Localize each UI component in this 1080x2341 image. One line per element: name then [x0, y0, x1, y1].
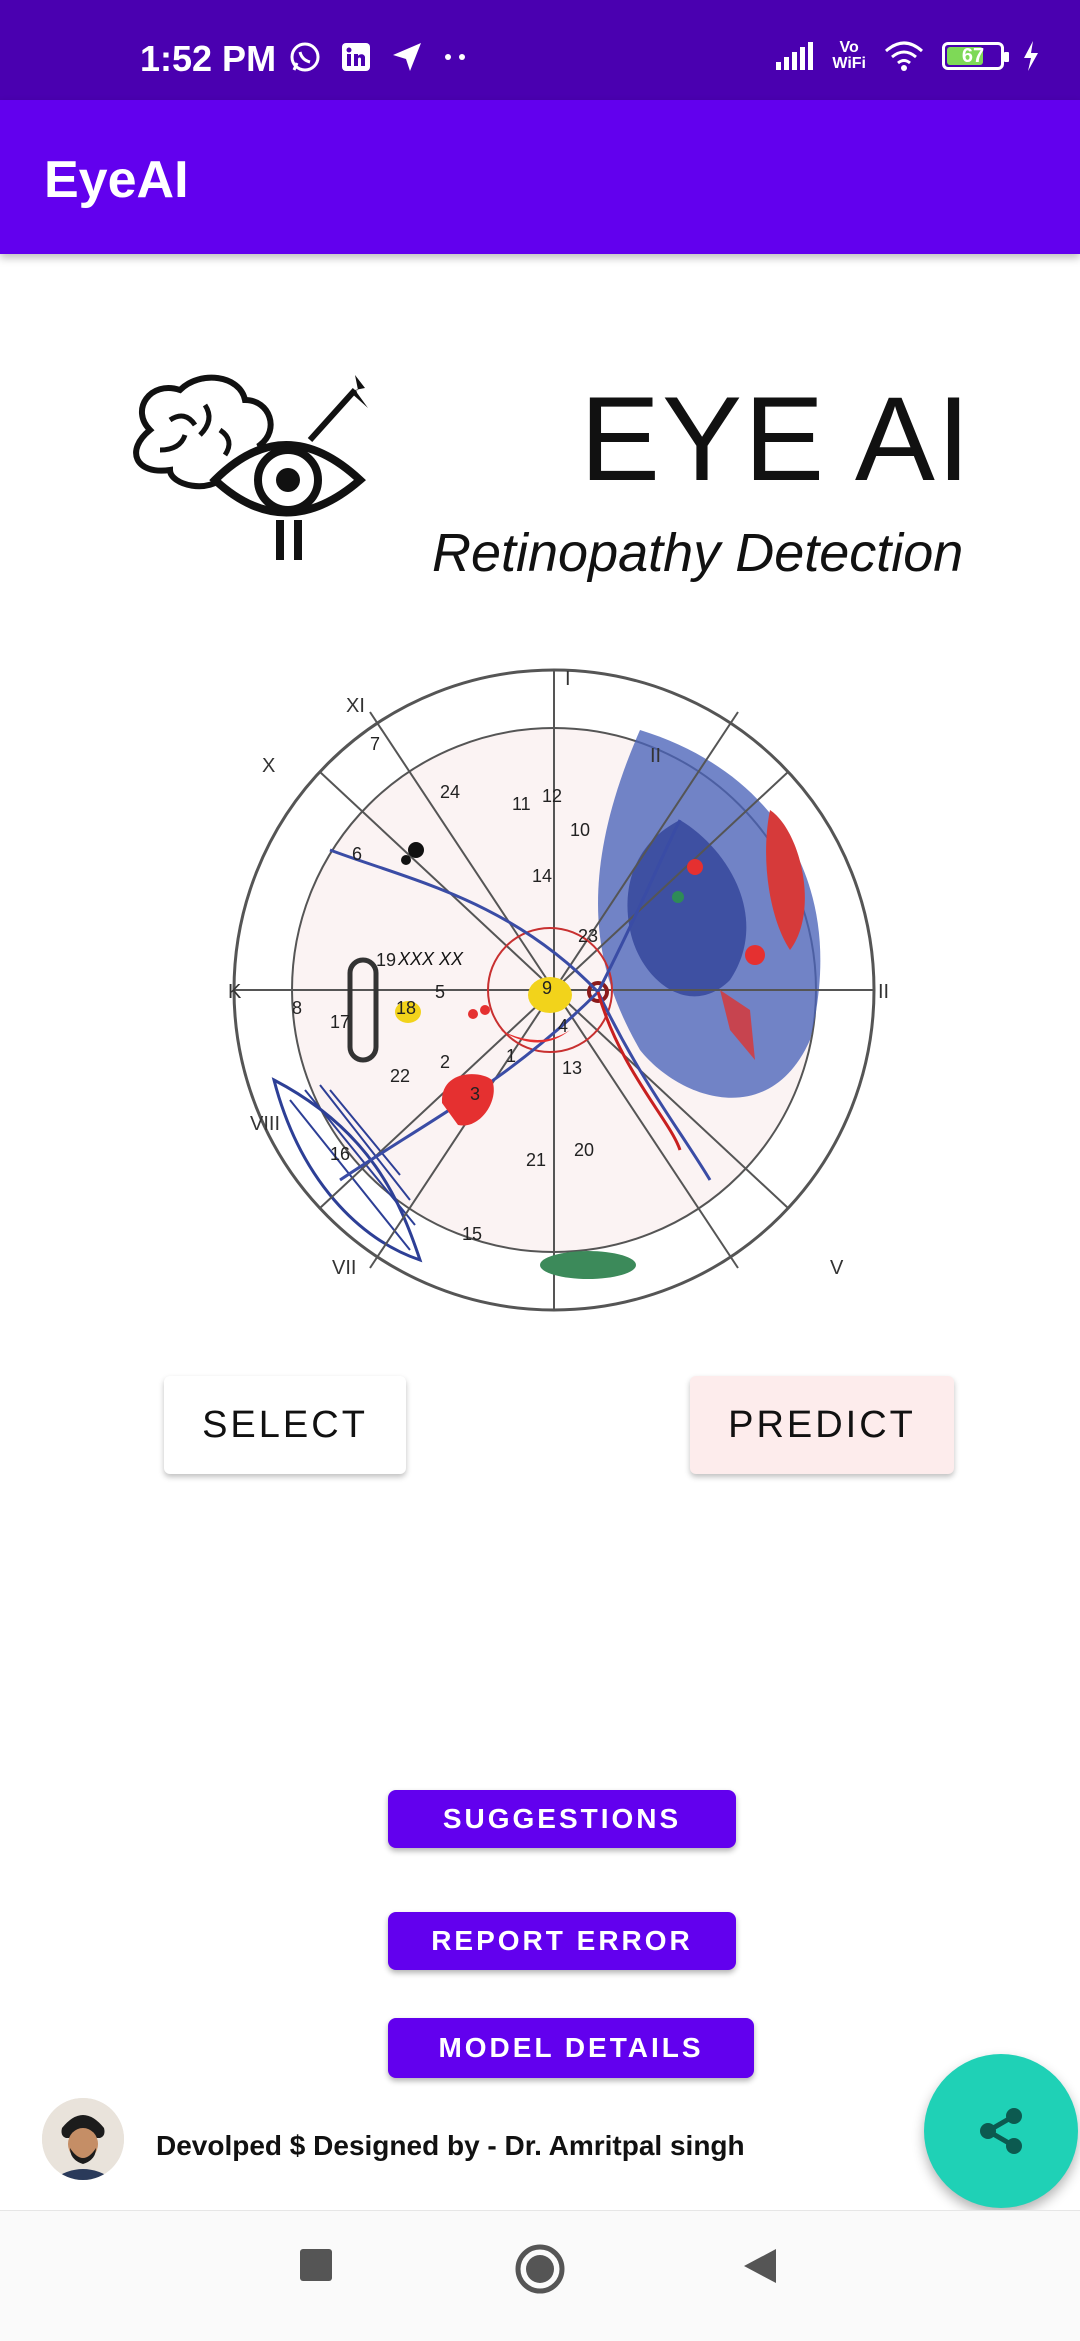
- roman-label: V: [830, 1257, 844, 1279]
- send-icon: [390, 40, 424, 74]
- zone-number-label: 16: [330, 1144, 350, 1164]
- charging-icon: [1022, 41, 1040, 71]
- status-icons-left: [288, 40, 468, 74]
- vowifi-icon: Vo WiFi: [832, 40, 866, 72]
- avatar: [42, 2098, 124, 2180]
- predict-button[interactable]: PREDICT: [690, 1376, 954, 1474]
- roman-label: XI: [346, 695, 365, 717]
- roman-label: II: [878, 981, 889, 1003]
- zone-number-label: 3: [470, 1084, 480, 1104]
- zone-number-label: 17: [330, 1012, 350, 1032]
- linkedin-icon: [340, 41, 372, 73]
- share-icon: [980, 2108, 1022, 2154]
- zone-number-label: 15: [462, 1224, 482, 1244]
- roman-label: K: [228, 981, 242, 1003]
- wifi-icon: [884, 41, 924, 71]
- home-circle-icon: [515, 2244, 565, 2294]
- system-nav-bar: [0, 2210, 1080, 2341]
- zone-number-label: 11: [512, 794, 531, 814]
- zone-number-label: 5: [435, 982, 445, 1002]
- vowifi-label-bottom: WiFi: [832, 55, 866, 72]
- zone-number-label: 14: [532, 866, 552, 886]
- status-icons-right: Vo WiFi 67: [774, 40, 1040, 72]
- zone-number-label: 19: [376, 950, 396, 970]
- square-icon: [300, 2249, 332, 2281]
- zone-number-label: 1: [506, 1046, 516, 1066]
- select-button[interactable]: SELECT: [164, 1376, 406, 1474]
- diagram-marker-text: XXX XX: [397, 949, 464, 969]
- app-title: EyeAI: [44, 151, 189, 209]
- roman-label: VII: [332, 1257, 356, 1279]
- battery-icon: 67: [942, 42, 1009, 70]
- zone-number-label: 8: [292, 998, 302, 1018]
- app-bar: EyeAI: [0, 100, 1080, 254]
- zone-number-label: 24: [440, 782, 460, 802]
- back-button[interactable]: [742, 2247, 778, 2290]
- status-bar: 1:52 PM Vo WiFi 67: [0, 0, 1080, 100]
- retina-diagram-image: XXX XX XIIIIXIIKVIIIIVVIIV 7241112101423…: [228, 668, 889, 1312]
- signal-icon: [774, 42, 814, 70]
- zone-number-label: 4: [558, 1016, 568, 1036]
- zone-number-label: 10: [570, 820, 590, 840]
- home-button[interactable]: [514, 2243, 566, 2300]
- status-time: 1:52 PM: [140, 38, 277, 79]
- share-fab-button[interactable]: [924, 2054, 1078, 2208]
- credit-text: Devolped $ Designed by - Dr. Amritpal si…: [156, 2130, 745, 2161]
- whatsapp-icon: [288, 40, 322, 74]
- zone-number-label: 21: [526, 1150, 546, 1170]
- zone-number-label: 9: [542, 978, 552, 998]
- recents-button[interactable]: [298, 2247, 334, 2288]
- zone-number-label: 12: [542, 786, 562, 806]
- roman-label: VIII: [250, 1113, 280, 1135]
- vowifi-label-top: Vo: [839, 39, 859, 56]
- zone-number-label: 23: [578, 926, 598, 946]
- zone-number-label: 7: [370, 734, 380, 754]
- brain-eye-logo: [133, 374, 368, 560]
- model-details-button[interactable]: MODEL DETAILS: [388, 2018, 754, 2078]
- zone-number-label: 2: [440, 1052, 450, 1072]
- report-error-button[interactable]: REPORT ERROR: [388, 1912, 736, 1970]
- more-dots-icon: [442, 52, 468, 62]
- zone-number-label: 13: [562, 1058, 582, 1078]
- suggestions-button[interactable]: SUGGESTIONS: [388, 1790, 736, 1848]
- zone-number-label: 18: [396, 998, 416, 1018]
- back-triangle-icon: [744, 2249, 776, 2283]
- page-headline: EYE AI: [580, 372, 973, 506]
- zone-number-label: 22: [390, 1066, 410, 1086]
- battery-level: 67: [961, 44, 985, 67]
- zone-number-label: 20: [574, 1140, 594, 1160]
- page-subheadline: Retinopathy Detection: [432, 523, 964, 583]
- zone-number-label: 6: [352, 844, 362, 864]
- roman-label: X: [262, 755, 275, 777]
- roman-label: II: [650, 745, 661, 767]
- roman-label: I: [565, 668, 571, 690]
